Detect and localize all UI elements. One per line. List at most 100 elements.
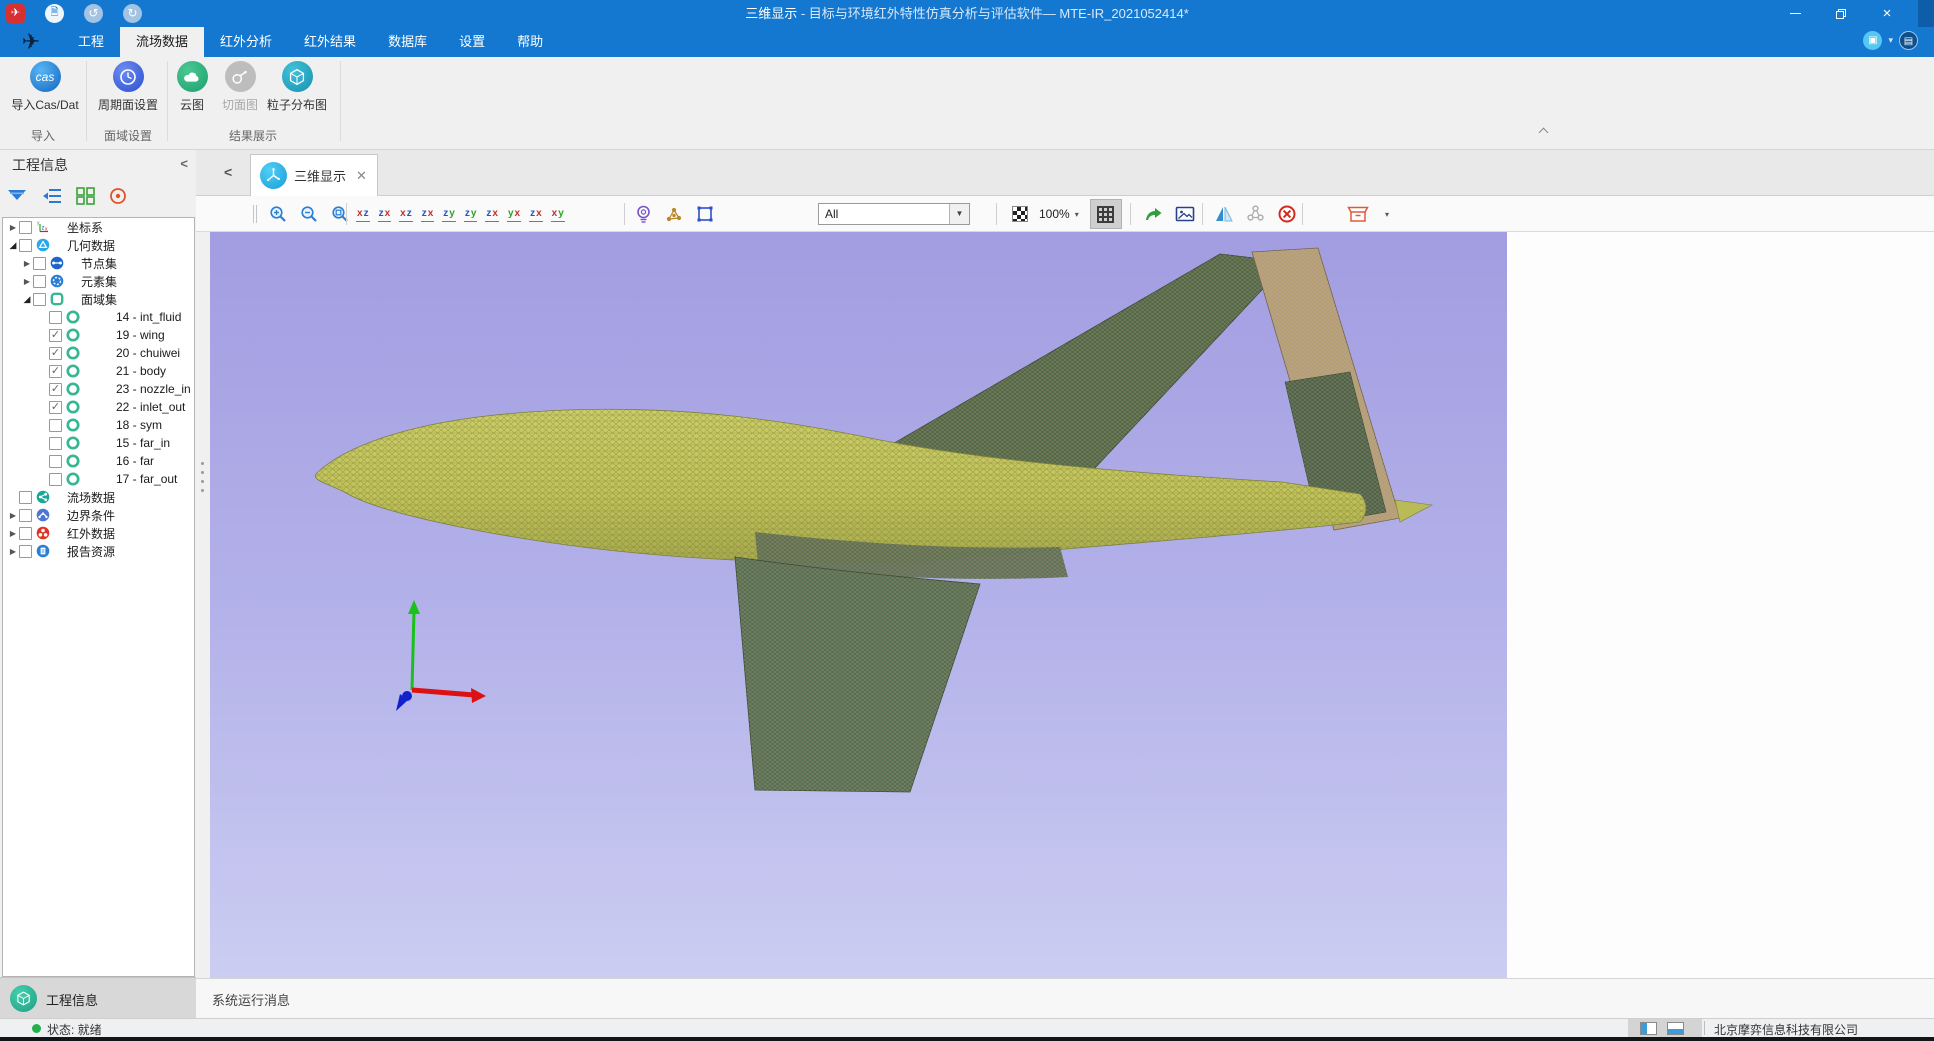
lamp-icon[interactable] [634, 204, 653, 224]
tab-close-icon[interactable]: ✕ [356, 168, 367, 184]
grid-view-icon[interactable] [75, 186, 96, 206]
view-orientation-icon-zx[interactable]: zx [378, 207, 392, 222]
list-detail-icon[interactable] [41, 186, 63, 206]
tree-expander-icon[interactable]: ◢ [21, 294, 33, 305]
close-button[interactable]: × [1864, 0, 1910, 27]
tree-item-label[interactable]: 21 - body [116, 364, 166, 378]
filter-icon[interactable] [5, 186, 29, 206]
transparency-icon[interactable] [1012, 206, 1028, 222]
tree-checkbox[interactable] [19, 239, 32, 252]
tree-checkbox[interactable] [49, 455, 62, 468]
tree-item-label[interactable]: 元素集 [81, 273, 117, 290]
tree-expander-icon[interactable]: ▶ [21, 259, 33, 268]
view-orientation-icon-zx[interactable]: zx [529, 207, 543, 222]
theme-caret-icon[interactable]: ▾ [1888, 35, 1893, 46]
new-document-icon[interactable]: 🗎 [45, 4, 64, 23]
tree-row[interactable]: ✓ 20 - chuiwei [3, 344, 194, 362]
zoom-level-value[interactable]: 100% [1039, 207, 1070, 221]
grid-toggle-button[interactable] [1090, 199, 1122, 229]
tree-item-label[interactable]: 20 - chuiwei [116, 346, 180, 360]
tree-expander-icon[interactable]: ▶ [7, 511, 19, 520]
zoom-in-icon[interactable] [268, 204, 288, 224]
tree-row[interactable]: ✓23 - nozzle_in [3, 380, 194, 398]
panel-bottom-bar[interactable]: 工程信息 [0, 977, 196, 1018]
select-region-icon[interactable] [695, 204, 715, 224]
tree-checkbox[interactable]: ✓ [49, 383, 62, 396]
combobox-arrow-icon[interactable]: ▼ [949, 204, 969, 224]
layout-left-panel-icon[interactable] [1640, 1022, 1657, 1035]
view-orientation-icon-xz[interactable]: xz [356, 207, 370, 222]
tree-expander-icon[interactable]: ▶ [7, 529, 19, 538]
undo-icon[interactable]: ↺ [84, 4, 103, 23]
tab-3d-view[interactable]: 三维显示 ✕ [250, 154, 378, 196]
tree-row[interactable]: ▶zyx坐标系 [3, 218, 194, 236]
tree-item-label[interactable]: 22 - inlet_out [116, 400, 185, 414]
view-orientation-icon-xz[interactable]: xz [399, 207, 413, 222]
menu-item-5[interactable]: 设置 [443, 27, 501, 57]
import-casdat-button[interactable]: cas 导入Cas/Dat [8, 59, 82, 113]
panel-splitter[interactable] [196, 150, 210, 1018]
tree-checkbox[interactable] [19, 509, 32, 522]
tree-checkbox[interactable] [49, 419, 62, 432]
tree-checkbox[interactable] [19, 221, 32, 234]
zoom-out-icon[interactable] [299, 204, 319, 224]
panel-collapse-icon[interactable]: < [180, 156, 188, 171]
tree-checkbox[interactable] [19, 491, 32, 504]
ribbon-collapse-icon[interactable] [1540, 129, 1552, 137]
archive-caret-icon[interactable]: ▾ [1385, 210, 1389, 219]
menu-item-2[interactable]: 红外分析 [204, 27, 288, 57]
menu-item-0[interactable]: 工程 [62, 27, 120, 57]
archive-box-icon[interactable] [1345, 204, 1371, 224]
tree-row[interactable]: ▶节点集 [3, 254, 194, 272]
view-orientation-icon-zy[interactable]: zy [442, 207, 456, 222]
particle-distribution-button[interactable]: 粒子分布图 [265, 59, 329, 113]
tree-item-label[interactable]: 17 - far_out [116, 472, 177, 486]
tree-row[interactable]: 18 - sym [3, 416, 194, 434]
tree-checkbox[interactable] [33, 275, 46, 288]
tree-item-label[interactable]: 坐标系 [67, 219, 103, 236]
tree-expander-icon[interactable]: ▶ [7, 223, 19, 232]
menu-item-1[interactable]: 流场数据 [120, 27, 204, 57]
menu-item-4[interactable]: 数据库 [372, 27, 443, 57]
tree-item-label[interactable]: 报告资源 [67, 543, 115, 560]
tree-item-label[interactable]: 边界条件 [67, 507, 115, 524]
app-icon[interactable]: ✈ [6, 4, 25, 23]
tree-checkbox[interactable] [33, 293, 46, 306]
network-icon[interactable] [1245, 204, 1266, 224]
restore-button[interactable] [1818, 0, 1864, 27]
tree-checkbox[interactable] [49, 437, 62, 450]
tree-item-label[interactable]: 19 - wing [116, 328, 165, 342]
tree-checkbox[interactable]: ✓ [49, 329, 62, 342]
tree-expander-icon[interactable]: ▶ [21, 277, 33, 286]
contour-button[interactable]: 云图 [172, 59, 212, 113]
tree-checkbox[interactable] [19, 545, 32, 558]
manual-icon[interactable]: ▤ [1899, 31, 1918, 50]
tree-row[interactable]: ▶ 元素集 [3, 272, 194, 290]
tree-item-label[interactable]: 16 - far [116, 454, 154, 468]
tab-scroll-left-icon[interactable]: < [224, 164, 232, 180]
view-orientation-icon-xy[interactable]: xy [551, 207, 565, 222]
tree-expander-icon[interactable]: ▶ [7, 547, 19, 556]
tree-checkbox[interactable]: ✓ [49, 401, 62, 414]
view-orientation-icon-zx[interactable]: zx [421, 207, 435, 222]
minimize-button[interactable] [1772, 0, 1818, 27]
zoom-fit-icon[interactable] [330, 204, 350, 224]
tree-row[interactable]: 17 - far_out [3, 470, 194, 488]
tree-item-label[interactable]: 18 - sym [116, 418, 162, 432]
cancel-icon[interactable] [1277, 204, 1297, 224]
tree-checkbox[interactable] [33, 257, 46, 270]
menu-item-3[interactable]: 红外结果 [288, 27, 372, 57]
tree-item-label[interactable]: 几何数据 [67, 237, 115, 254]
periodic-face-button[interactable]: 周期面设置 [91, 59, 165, 113]
tree-item-label[interactable]: 15 - far_in [116, 436, 170, 450]
tree-checkbox[interactable]: ✓ [49, 347, 62, 360]
view-orientation-icon-yx[interactable]: yx [507, 207, 521, 222]
mirror-icon[interactable] [1214, 204, 1234, 224]
view-orientation-icon-zy[interactable]: zy [464, 207, 478, 222]
layout-bottom-panel-icon[interactable] [1667, 1022, 1684, 1035]
tree-row[interactable]: 14 - int_fluid [3, 308, 194, 326]
tree-checkbox[interactable] [49, 311, 62, 324]
tree-row[interactable]: ✓21 - body [3, 362, 194, 380]
tree-item-label[interactable]: 14 - int_fluid [116, 310, 181, 324]
tree-row[interactable]: ◢面域集 [3, 290, 194, 308]
